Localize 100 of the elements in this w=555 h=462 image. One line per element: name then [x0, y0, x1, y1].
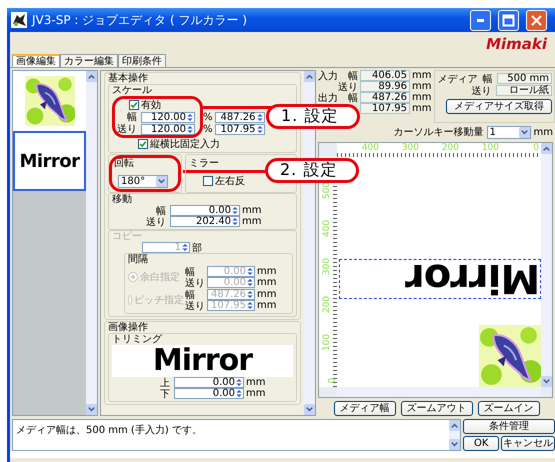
group-title: 移動	[112, 194, 133, 205]
field-label: 幅	[126, 111, 138, 124]
spin-icon[interactable]	[236, 378, 242, 387]
radio-label: ピッチ指定	[134, 294, 184, 306]
field-label: 下	[159, 388, 171, 400]
dialog-button[interactable]: キャンセル	[501, 436, 555, 451]
minimize-icon	[477, 18, 484, 22]
maximize-button[interactable]	[498, 10, 519, 30]
unit-label: mm	[412, 103, 432, 114]
ruler-label: 200	[322, 296, 332, 314]
value-box: ロール紙	[496, 85, 552, 96]
scrollbar[interactable]	[541, 156, 552, 387]
ruler-label: 400	[322, 220, 332, 238]
number-field[interactable]: 120.00	[141, 112, 195, 122]
checkbox[interactable]	[138, 139, 148, 149]
unit-label: mm	[412, 92, 432, 103]
tab[interactable]: 画像編集	[12, 54, 60, 67]
maximize-icon	[502, 14, 515, 26]
spin-icon[interactable]	[232, 206, 238, 215]
settings-button[interactable]: 条件管理	[463, 419, 555, 434]
app-icon	[11, 12, 27, 28]
ruler-label: 400	[362, 144, 379, 153]
number-field[interactable]: 107.95	[214, 124, 265, 134]
rotation-dropdown[interactable]: 180°	[118, 174, 168, 188]
unit-label: mm	[257, 277, 276, 288]
unit-label: %	[203, 124, 213, 134]
tab[interactable]: 印刷条件	[118, 54, 166, 67]
field-label: 幅	[348, 70, 358, 82]
field-label: 送り	[185, 276, 205, 290]
checkbox-label: 左右反	[215, 175, 245, 188]
ruler-label: 0	[328, 378, 338, 384]
number-field[interactable]: 202.40	[170, 216, 240, 227]
caret-icon[interactable]	[156, 176, 167, 186]
view-button[interactable]: メディア幅	[334, 401, 396, 416]
checkbox[interactable]	[203, 176, 213, 186]
caret-icon[interactable]	[518, 126, 530, 138]
scrollbar[interactable]	[541, 142, 552, 157]
group-title: コピー	[112, 231, 143, 242]
view-button[interactable]: ズームアウト	[400, 401, 472, 416]
spin-icon[interactable]	[247, 278, 253, 287]
number-field[interactable]: 120.00	[141, 124, 195, 134]
checkbox[interactable]	[129, 100, 139, 110]
unit-label: mm	[246, 388, 266, 399]
spin-icon[interactable]	[187, 112, 193, 122]
ruler-label: 100	[482, 144, 499, 153]
spin-icon[interactable]	[232, 217, 238, 226]
job-item[interactable]	[13, 71, 86, 131]
scroll-down-icon[interactable]	[86, 404, 97, 415]
dialog-button[interactable]: OK	[463, 436, 500, 451]
unit-label: mm	[534, 126, 553, 138]
spin-icon[interactable]	[187, 124, 193, 134]
scroll-up-icon[interactable]	[86, 71, 97, 82]
unit-label: mm	[257, 300, 276, 311]
value-box: 89.96	[360, 81, 410, 92]
scroll-up-icon[interactable]	[541, 142, 552, 154]
number-field[interactable]: 487.26	[214, 112, 265, 122]
field-label: 幅	[156, 204, 167, 218]
scroll-up-icon[interactable]	[304, 71, 315, 82]
checkbox-label: 有効	[141, 98, 161, 112]
ruler-label: 300	[402, 144, 419, 153]
number-field[interactable]: 0.00	[174, 377, 244, 388]
trimming-preview: Mirror	[112, 345, 293, 377]
number-field[interactable]: 0.00	[170, 205, 240, 216]
tab[interactable]: カラー編集	[60, 54, 118, 67]
field-label: 送り	[338, 82, 358, 92]
job-item[interactable]: Mirror	[13, 131, 86, 191]
unit-label: mm	[257, 289, 276, 300]
ruler-label: 100	[322, 334, 332, 352]
scroll-down-icon[interactable]	[304, 404, 315, 415]
media-size-button[interactable]: メディアサイズ取得	[446, 99, 552, 114]
scroll-down-icon[interactable]	[541, 376, 552, 387]
spin-icon[interactable]	[236, 389, 242, 398]
ruler-label: 0	[533, 144, 539, 153]
spin-icon[interactable]	[256, 112, 263, 122]
spin-icon[interactable]	[247, 301, 253, 310]
spin-icon[interactable]	[256, 124, 263, 134]
step-dropdown[interactable]: 1	[486, 126, 531, 139]
logo: Mimaki	[486, 36, 547, 52]
scroll-up-icon[interactable]	[449, 420, 460, 431]
view-button[interactable]: ズームイン	[478, 401, 540, 416]
close-icon	[530, 14, 543, 26]
unit-label: mm	[412, 81, 432, 92]
value-box: 406.05	[360, 70, 410, 81]
minimize-button[interactable]	[470, 10, 491, 30]
close-button[interactable]	[526, 10, 547, 30]
spin-icon[interactable]	[247, 267, 253, 276]
spin-icon[interactable]	[247, 290, 253, 299]
leader-line	[203, 106, 273, 109]
radio-label: 余白指定	[140, 270, 180, 284]
group-title: スケール	[112, 85, 153, 96]
field-label: 幅	[185, 288, 196, 300]
field-label: 幅	[348, 92, 358, 104]
field-label: カーソルキー移動量	[394, 126, 484, 140]
scrollbar[interactable]	[337, 387, 541, 397]
group-title: 間隔	[128, 254, 149, 265]
field-label: 送り	[185, 299, 205, 312]
number-field[interactable]: 0.00	[174, 388, 244, 399]
unit-label: mm	[246, 377, 266, 388]
scroll-down-icon[interactable]	[449, 439, 460, 450]
checkbox-label: 縦横比固定入力	[150, 138, 220, 151]
